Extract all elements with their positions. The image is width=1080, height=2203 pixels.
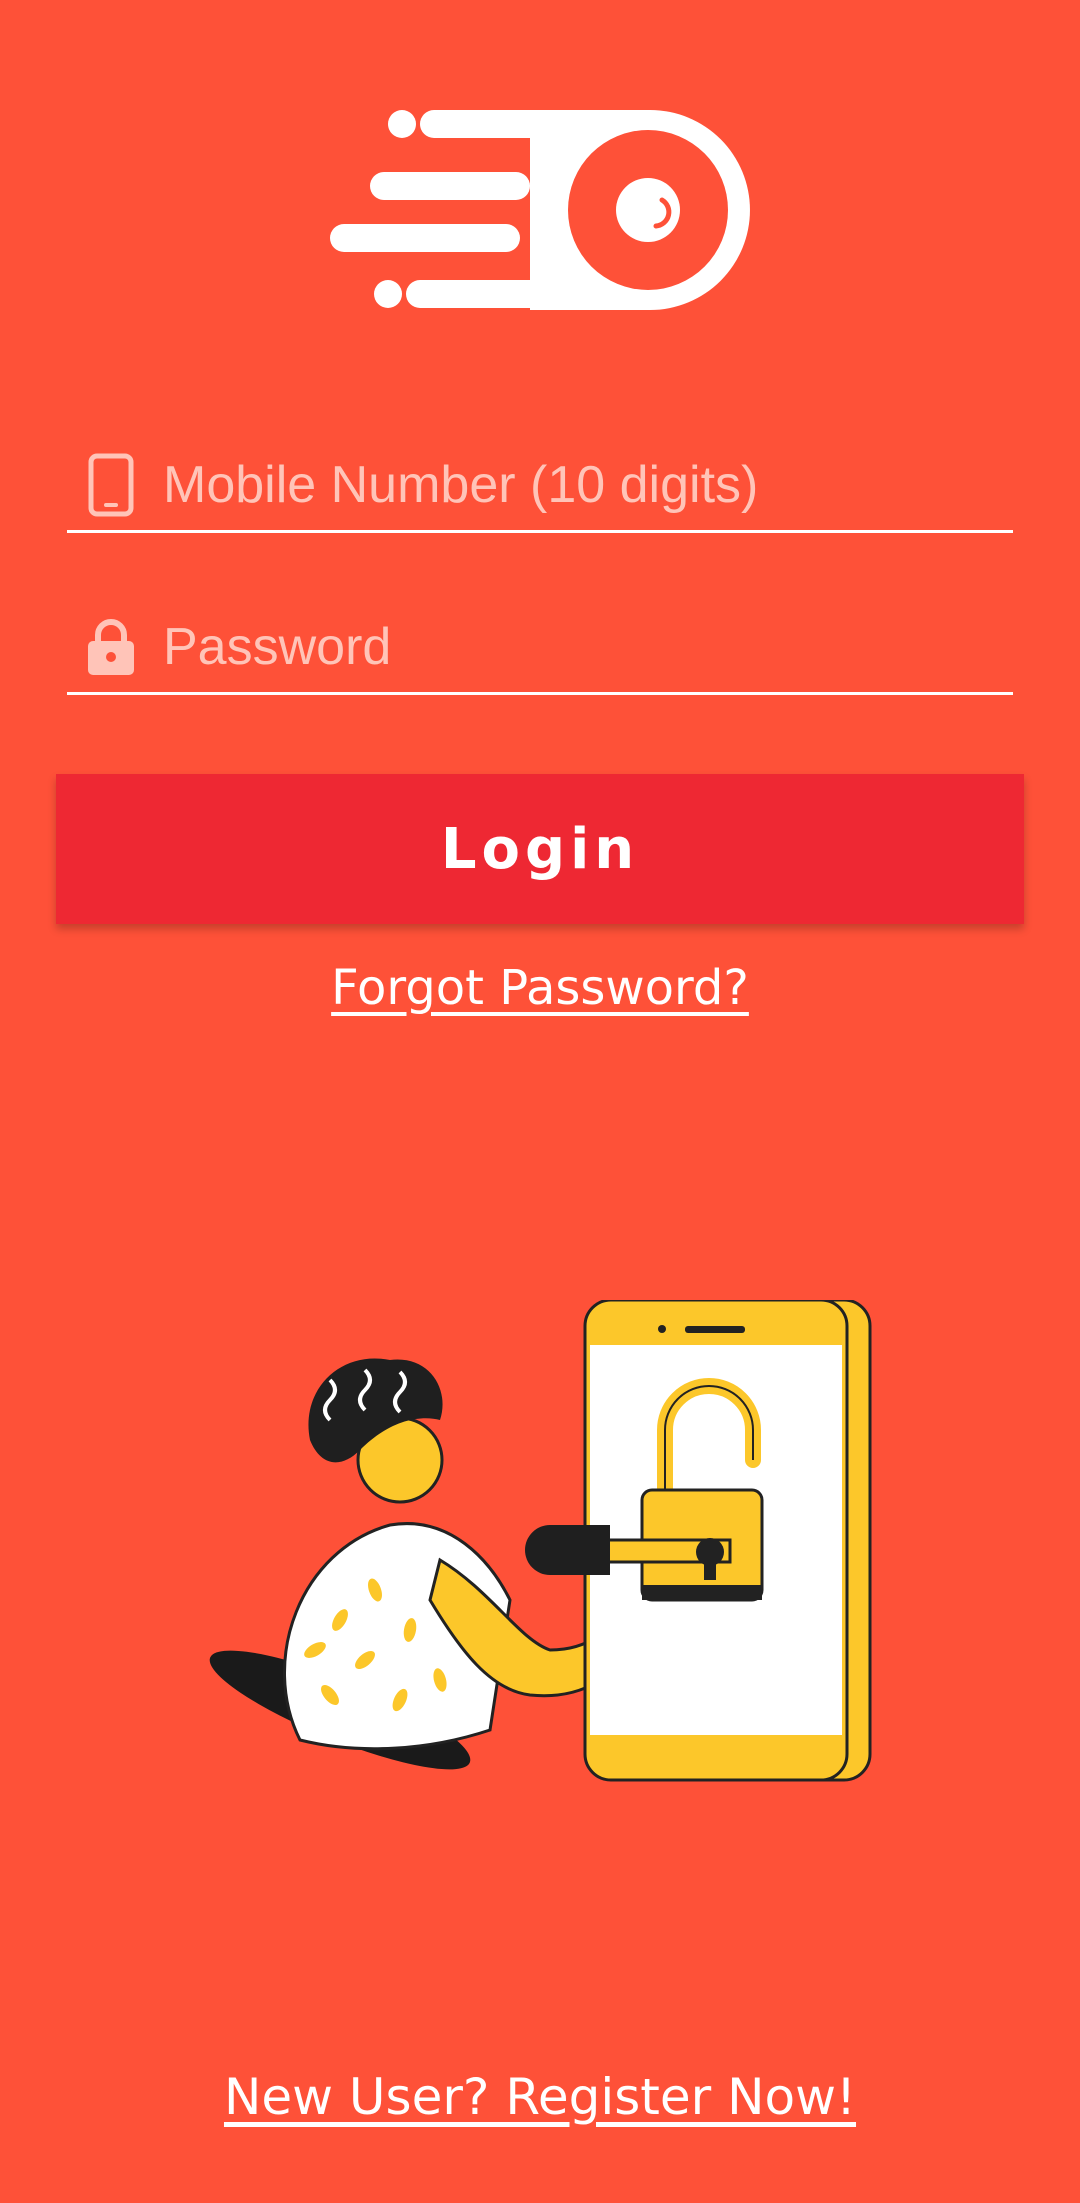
app-logo-icon [330,110,750,310]
login-button[interactable]: Login [56,774,1024,924]
mobile-number-input[interactable] [163,445,1013,525]
password-field[interactable] [67,602,1013,695]
register-link[interactable]: New User? Register Now! [0,2068,1080,2126]
mobile-phone-icon [75,449,147,521]
lock-icon [75,611,147,683]
mobile-number-field[interactable] [67,440,1013,533]
password-input[interactable] [163,607,1013,687]
forgot-password-link[interactable]: Forgot Password? [0,960,1080,1016]
person-unlocking-phone-illustration [209,1300,872,1782]
